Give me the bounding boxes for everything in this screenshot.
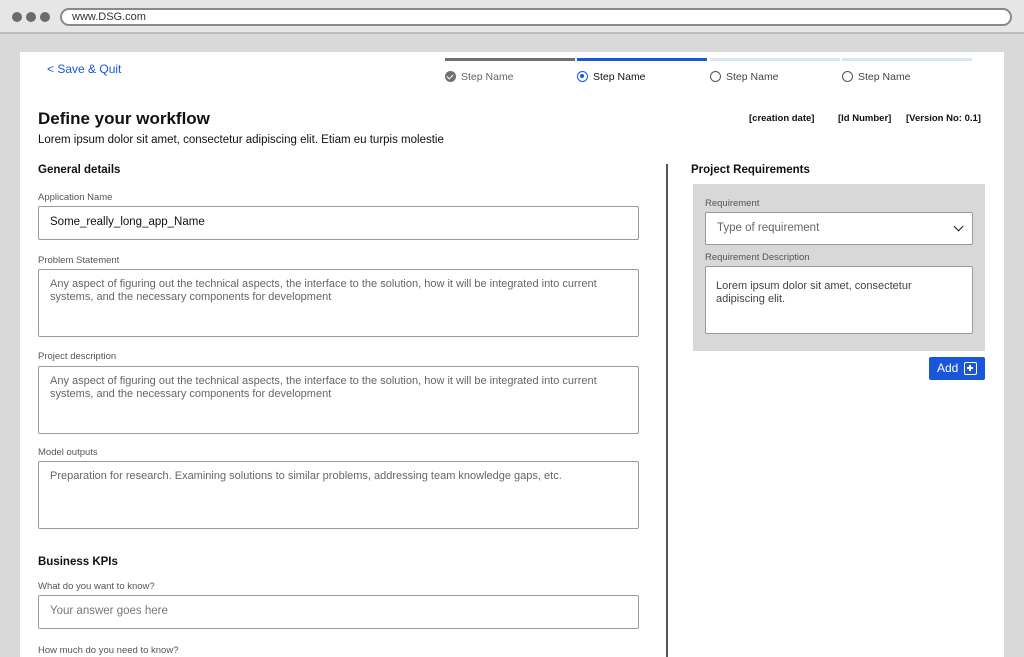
id-number: [Id Number] (838, 113, 892, 124)
model-outputs-textarea[interactable]: Preparation for research. Examining solu… (38, 461, 639, 529)
window-minimize-dot[interactable] (26, 12, 36, 22)
project-description-label: Project description (38, 351, 117, 362)
browser-chrome: www.DSG.com (0, 0, 1024, 34)
step-1[interactable]: Step Name (445, 58, 575, 88)
creation-date: [creation date] (749, 113, 815, 124)
step-4-label: Step Name (858, 71, 911, 83)
kpi-q1-label: What do you want to know? (38, 581, 155, 592)
business-kpis-heading: Business KPIs (38, 556, 118, 568)
radio-empty-icon (710, 71, 721, 82)
chevron-down-icon (953, 221, 964, 232)
radio-empty-icon (842, 71, 853, 82)
project-description-textarea[interactable]: Any aspect of figuring out the technical… (38, 366, 639, 434)
add-button-label: Add (937, 361, 959, 375)
plus-square-icon (964, 362, 977, 375)
step-4-bar (842, 58, 972, 61)
step-3[interactable]: Step Name (710, 58, 840, 88)
step-2-bar (577, 58, 707, 61)
requirements-panel: Requirement Type of requirement Requirem… (693, 184, 985, 351)
app-name-label: Application Name (38, 192, 113, 203)
app-name-input[interactable]: Some_really_long_app_Name (38, 206, 639, 240)
window-maximize-dot[interactable] (40, 12, 50, 22)
workflow-page: < Save & Quit Step Name Step Name Step N… (20, 52, 1004, 657)
model-outputs-label: Model outputs (38, 447, 98, 458)
save-quit-link[interactable]: < Save & Quit (47, 62, 121, 76)
step-4[interactable]: Step Name (842, 58, 972, 88)
radio-active-icon (577, 71, 588, 82)
step-1-bar (445, 58, 575, 61)
requirement-description-textarea[interactable]: Lorem ipsum dolor sit amet, consectetur … (705, 266, 973, 334)
step-2[interactable]: Step Name (577, 58, 707, 88)
requirement-description-label: Requirement Description (705, 252, 810, 263)
column-divider (666, 164, 668, 657)
step-1-label: Step Name (461, 71, 514, 83)
step-3-bar (710, 58, 840, 61)
requirement-select[interactable]: Type of requirement (705, 212, 973, 245)
check-circle-icon (445, 71, 456, 82)
requirement-label: Requirement (705, 198, 760, 209)
window-close-dot[interactable] (12, 12, 22, 22)
add-requirement-button[interactable]: Add (929, 357, 985, 380)
step-3-label: Step Name (726, 71, 779, 83)
general-details-heading: General details (38, 164, 121, 176)
version-number: [Version No: 0.1] (906, 113, 981, 124)
problem-statement-label: Problem Statement (38, 255, 120, 266)
step-2-label: Step Name (593, 71, 646, 83)
page-title: Define your workflow (38, 109, 210, 128)
kpi-q1-input[interactable]: Your answer goes here (38, 595, 639, 629)
page-subtitle: Lorem ipsum dolor sit amet, consectetur … (38, 134, 444, 146)
kpi-q2-label: How much do you need to know? (38, 645, 179, 656)
project-requirements-heading: Project Requirements (691, 164, 810, 176)
address-bar[interactable]: www.DSG.com (60, 8, 1012, 26)
requirement-select-value: Type of requirement (717, 222, 820, 234)
problem-statement-textarea[interactable]: Any aspect of figuring out the technical… (38, 269, 639, 337)
